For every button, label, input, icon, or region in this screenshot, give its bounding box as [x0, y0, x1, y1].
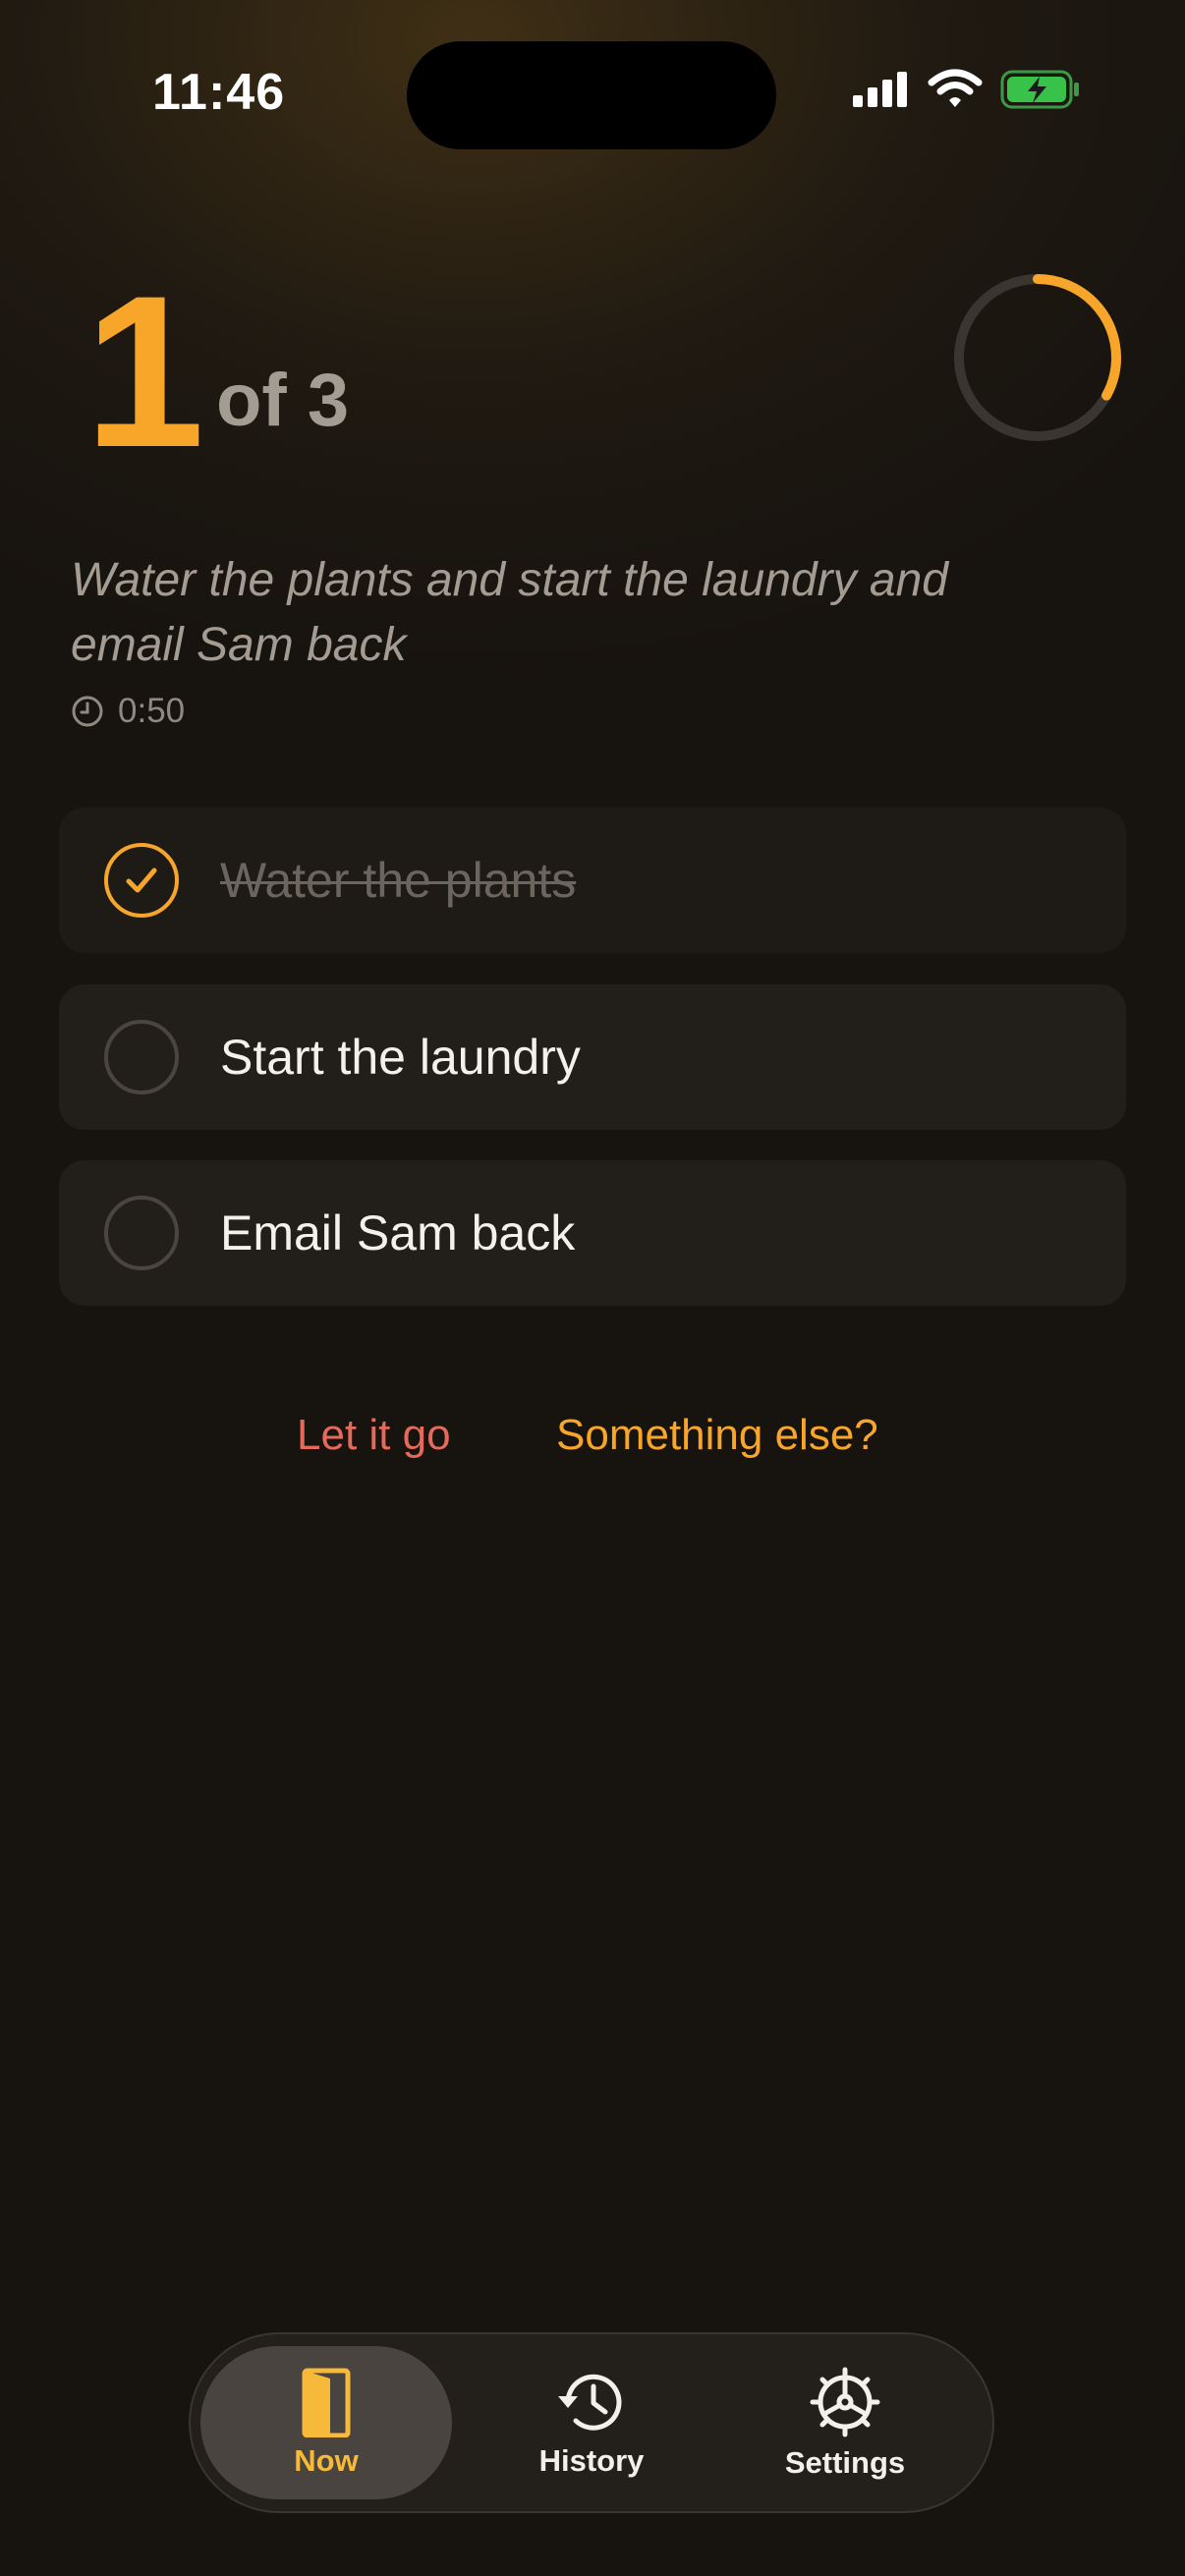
capture-prompt-text: Water the plants and start the laundry a… [71, 554, 948, 671]
task-checkbox[interactable] [104, 1196, 179, 1270]
total-items-label: of 3 [216, 359, 350, 442]
cellular-signal-icon [853, 72, 907, 107]
door-icon [302, 2368, 351, 2437]
wifi-icon [928, 69, 983, 107]
let-it-go-button[interactable]: Let it go [297, 1411, 451, 1460]
task-label: Email Sam back [220, 1205, 576, 1260]
status-icons [851, 69, 1081, 110]
history-clock-icon [558, 2374, 622, 2431]
battery-charging-icon [1000, 70, 1079, 109]
checkmark-icon [126, 868, 157, 893]
gear-icon [810, 2367, 880, 2437]
task-row-email-sam[interactable]: Email Sam back [59, 1160, 1126, 1306]
task-row-start-laundry[interactable]: Start the laundry [59, 984, 1126, 1130]
tab-label: Settings [784, 2445, 906, 2480]
tab-bar: Now History Settings [189, 2332, 994, 2513]
task-checkbox-checked[interactable] [104, 843, 179, 918]
something-else-button[interactable]: Something else? [556, 1411, 878, 1460]
current-item-number: 1 [85, 251, 205, 492]
clock-icon [72, 696, 103, 727]
status-time: 11:46 [152, 64, 286, 121]
dynamic-island [407, 41, 776, 149]
tab-now[interactable]: Now [200, 2346, 452, 2499]
task-label: Water the plants [220, 853, 577, 908]
elapsed-time: 0:50 [118, 692, 186, 730]
task-checkbox[interactable] [104, 1020, 179, 1094]
tab-label: History [538, 2443, 645, 2478]
task-label: Start the laundry [220, 1030, 581, 1085]
task-row-water-plants[interactable]: Water the plants [59, 808, 1126, 953]
tab-settings[interactable]: Settings [719, 2346, 971, 2499]
progress-ring [954, 274, 1121, 441]
elapsed-timer: 0:50 [71, 692, 185, 731]
tab-label: Now [294, 2443, 359, 2478]
tab-history[interactable]: History [466, 2346, 717, 2499]
